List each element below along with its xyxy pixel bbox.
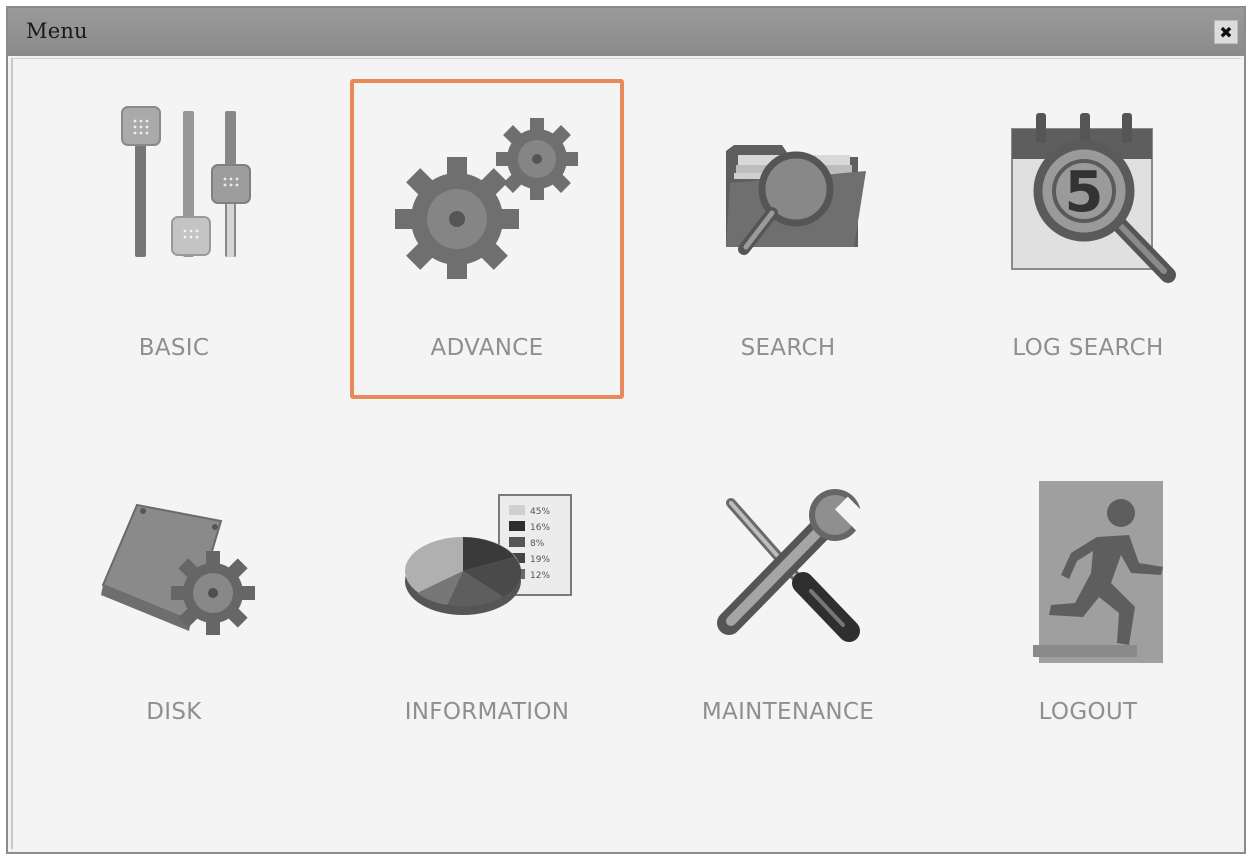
folder-search-icon (726, 145, 866, 255)
menu-item-basic[interactable]: BASIC (37, 79, 311, 399)
menu-item-maintenance[interactable]: MAINTENANCE (651, 455, 925, 775)
menu-item-disk[interactable]: DISK (37, 455, 311, 775)
legend-value-2: 16% (530, 523, 550, 533)
menu-item-label: LOGOUT (1038, 699, 1138, 725)
legend-value-5: 12% (530, 571, 550, 581)
menu-item-information[interactable]: 45% 16% 8% 19% 12% INFORMATION (350, 455, 624, 775)
menu-item-label: ADVANCE (430, 335, 544, 361)
legend-value-4: 19% (530, 555, 550, 565)
calendar-day-number: 5 (1065, 160, 1104, 225)
sliders-icon (121, 106, 251, 257)
pie-chart-icon: 45% 16% 8% 19% 12% (405, 494, 572, 615)
menu-item-label: DISK (146, 699, 202, 725)
title-bar[interactable]: Menu ✖ (8, 8, 1244, 56)
exit-icon (1033, 481, 1163, 663)
gears-icon (395, 118, 578, 279)
legend-value-3: 8% (530, 539, 545, 549)
close-button[interactable]: ✖ (1214, 20, 1238, 44)
tools-icon (717, 489, 871, 642)
calendar-search-icon: 5 (1011, 113, 1176, 283)
menu-item-label: BASIC (138, 335, 210, 361)
menu-item-label: SEARCH (740, 335, 836, 361)
window-title: Menu (26, 19, 88, 43)
menu-item-log-search[interactable]: 5 LOG SEARCH (951, 79, 1225, 399)
menu-grid: BASIC ADVANCE SEARCH 5 LOG SEARCH DISK 4… (11, 58, 1241, 849)
menu-item-advance[interactable]: ADVANCE (350, 79, 624, 399)
legend-value-1: 45% (530, 507, 550, 517)
menu-item-search[interactable]: SEARCH (651, 79, 925, 399)
menu-item-label: INFORMATION (404, 699, 570, 725)
menu-item-label: MAINTENANCE (701, 699, 875, 725)
disk-gear-icon (101, 503, 255, 635)
menu-item-logout[interactable]: LOGOUT (951, 455, 1225, 775)
menu-window: Menu ✖ BASIC ADVANCE SEARCH 5 LOG SEARCH… (6, 6, 1246, 854)
menu-item-label: LOG SEARCH (1012, 335, 1164, 361)
